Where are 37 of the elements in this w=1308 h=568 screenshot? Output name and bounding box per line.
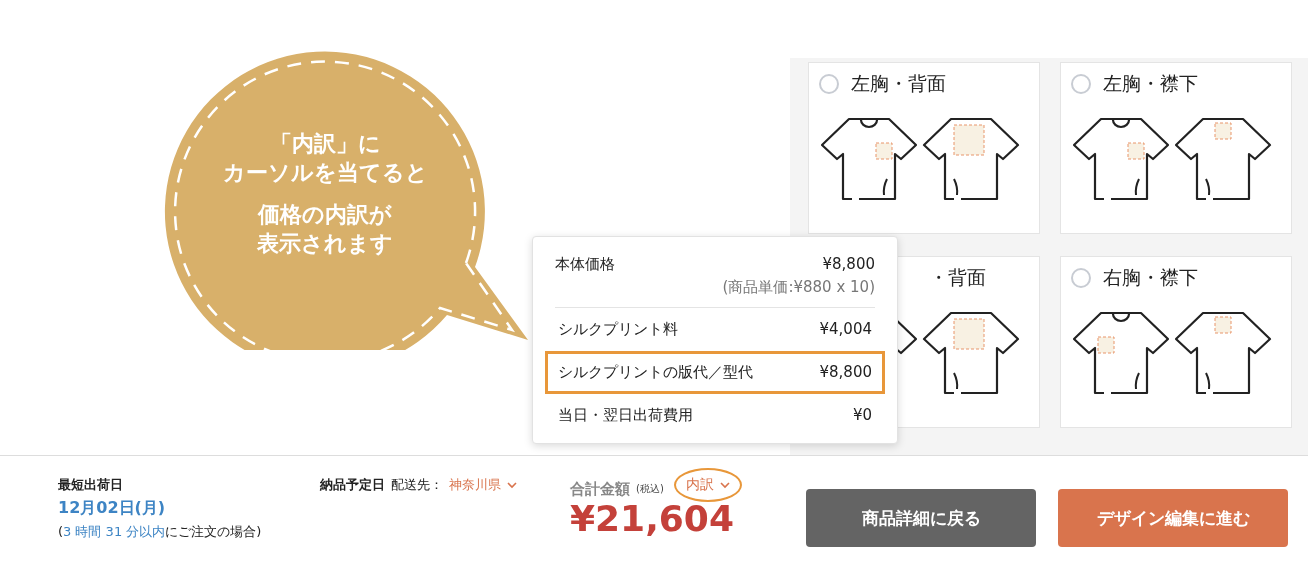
tshirt-back-icon <box>921 311 1021 397</box>
radio-button[interactable] <box>1071 74 1091 94</box>
back-button[interactable]: 商品詳細に戻る <box>806 489 1036 547</box>
radio-button[interactable] <box>819 74 839 94</box>
tshirt-front-icon <box>819 117 919 203</box>
order-deadline-note: (3 時間 31 分以内にご注文の場合) <box>58 523 263 541</box>
shipping-date: 12月02日(月) <box>58 498 167 519</box>
option-label: ・背面 <box>929 265 986 290</box>
tshirt-front-icon <box>1071 117 1171 203</box>
item-label: シルクプリント料 <box>558 320 678 339</box>
chevron-down-icon <box>507 481 517 489</box>
print-option-card[interactable]: 左胸・襟下 <box>1060 62 1292 234</box>
shipping-label: 最短出荷日 <box>58 476 124 494</box>
tshirt-back-icon <box>1173 117 1273 203</box>
item-amount: ¥8,800 <box>822 255 875 274</box>
callout-text: 価格の内訳が 表示されます <box>257 201 393 258</box>
item-label: 当日・翌日出荷費用 <box>558 406 693 425</box>
delivery-label: 納品予定日 <box>320 476 385 494</box>
item-label: 本体価格 <box>555 255 615 274</box>
option-label: 左胸・背面 <box>851 71 946 96</box>
item-amount: ¥8,800 <box>819 363 872 382</box>
option-label: 右胸・襟下 <box>1103 265 1198 290</box>
print-option-card[interactable]: 左胸・背面 <box>808 62 1040 234</box>
item-label: シルクプリントの版代／型代 <box>558 363 753 382</box>
callout-text: 「内訳」に カーソルを当てると <box>222 130 428 187</box>
chevron-down-icon <box>719 481 730 489</box>
tshirt-back-icon <box>1173 311 1273 397</box>
item-amount: ¥4,004 <box>819 320 872 339</box>
destination-label: 配送先： <box>391 476 443 494</box>
print-option-card[interactable]: 右胸・襟下 <box>1060 256 1292 428</box>
tax-note: (税込) <box>636 482 664 496</box>
total-label: 合計金額 <box>570 479 630 499</box>
item-amount: ¥0 <box>852 406 872 425</box>
tshirt-back-icon <box>921 117 1021 203</box>
radio-button[interactable] <box>1071 268 1091 288</box>
option-label: 左胸・襟下 <box>1103 71 1198 96</box>
tshirt-front-icon <box>1071 311 1171 397</box>
